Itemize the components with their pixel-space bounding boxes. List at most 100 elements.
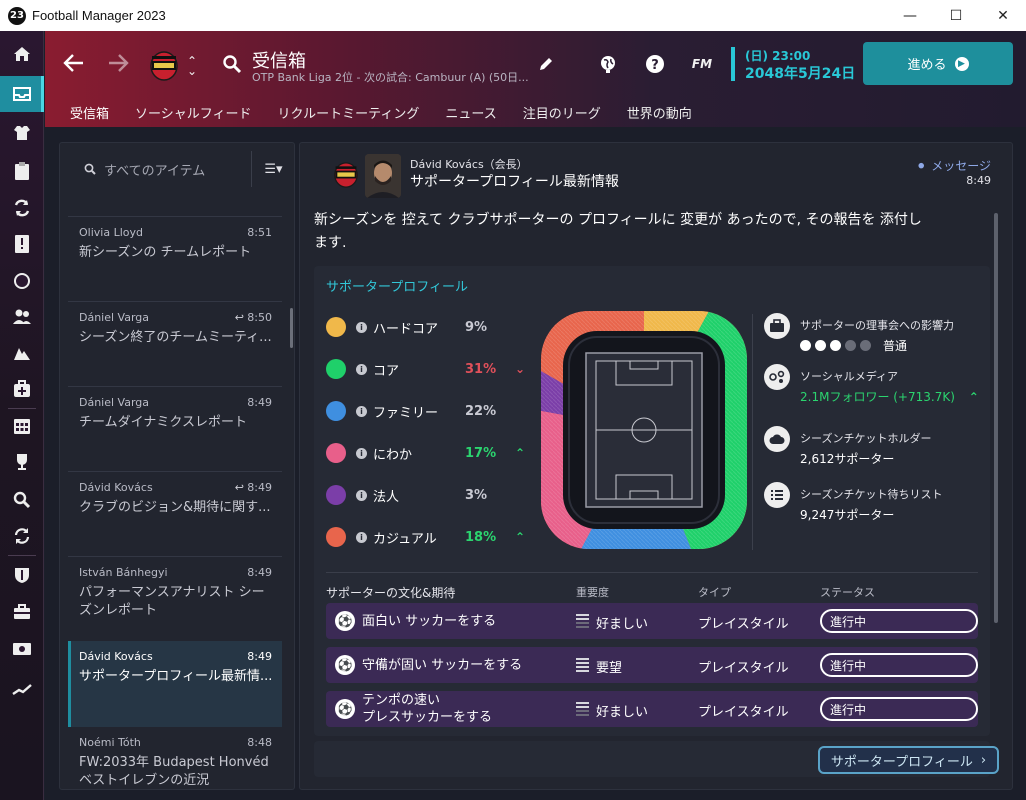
minimize-icon[interactable]: — <box>887 0 933 31</box>
social-icon <box>764 364 790 390</box>
message-scrollbar[interactable] <box>994 213 998 623</box>
inbox-message-selected[interactable]: Dávid Kovács 8:49 サポータープロフィール最新情... <box>68 641 282 727</box>
segment-color-dot <box>326 485 346 505</box>
supporter-profile-label: サポータープロフィール <box>830 754 973 770</box>
inbox-search[interactable]: すべてのアイテム <box>60 143 250 195</box>
forward-button[interactable] <box>106 51 130 75</box>
info-icon[interactable]: i <box>356 447 367 459</box>
expectation-row[interactable]: ⚽ テンポの速い プレスサッカーをする 好ましい プレイスタイル 進行中 <box>326 691 978 727</box>
page-header: ⌃ ⌄ 受信箱 OTP Bank Liga 2位 - 次の試合: Cambuur … <box>45 31 1026 130</box>
influence-dot-icon <box>815 340 826 351</box>
influence-dot-icon <box>845 340 856 351</box>
squad-icon[interactable] <box>0 115 44 151</box>
tab-world-trends[interactable]: 世界の動向 <box>617 100 702 128</box>
club-crest-icon <box>333 160 359 194</box>
influence-level: 普通 <box>800 337 907 354</box>
tab-recruit-meeting[interactable]: リクルートミーティング <box>268 100 430 128</box>
app-icon: 23 <box>8 6 26 25</box>
fm-menu-button[interactable]: FM <box>689 54 715 74</box>
staff-icon[interactable] <box>0 299 44 335</box>
column-importance: 重要度 <box>576 586 609 599</box>
back-button[interactable] <box>62 51 86 75</box>
home-icon[interactable] <box>0 36 44 72</box>
tab-featured-leagues[interactable]: 注目のリーグ <box>513 100 611 128</box>
info-icon[interactable]: i <box>356 531 367 543</box>
segment-percent: 9% <box>465 319 488 335</box>
info-icon[interactable]: i <box>356 321 367 333</box>
tab-news[interactable]: ニュース <box>435 100 506 128</box>
expectation-type: プレイスタイル <box>698 705 789 720</box>
tab-inbox[interactable]: 受信箱 <box>60 100 120 130</box>
edit-icon[interactable] <box>537 55 555 73</box>
message-link[interactable]: ⚫ メッセージ <box>916 157 991 174</box>
inbox-message[interactable]: Olivia Lloyd 8:51 新シーズンの チームレポート <box>68 216 282 302</box>
reply-icon: ↩ <box>234 481 244 494</box>
club-crest-icon[interactable] <box>149 49 178 81</box>
segment-color-dot <box>326 359 346 379</box>
section-divider <box>326 572 978 573</box>
segment-row[interactable]: i ハードコア 9% <box>326 315 536 339</box>
influence-dot-icon <box>860 340 871 351</box>
trophy-icon[interactable] <box>0 444 44 480</box>
world-icon[interactable] <box>597 53 619 75</box>
expectation-row[interactable]: ⚽ 面白い サッカーをする 好ましい プレイスタイル 進行中 <box>326 603 978 639</box>
cloud-icon <box>764 426 790 452</box>
report-icon[interactable] <box>0 226 44 262</box>
maximize-icon[interactable]: ☐ <box>933 0 979 31</box>
tab-social-feed[interactable]: ソーシャルフィード <box>125 100 261 128</box>
segment-percent: 17% <box>465 445 497 461</box>
segment-row[interactable]: i コア 31% ⌄ <box>326 357 536 381</box>
continue-button[interactable]: 進める ▶ <box>863 42 1013 85</box>
message-tag-icon: ⚫ <box>916 158 927 173</box>
segment-row[interactable]: i にわか 17% ⌃ <box>326 441 536 465</box>
expectation-importance: 要望 <box>596 661 623 676</box>
expectation-row[interactable]: ⚽ 守備が固い サッカーをする 要望 プレイスタイル 進行中 <box>326 647 978 683</box>
tactics-icon[interactable] <box>0 153 44 189</box>
inbox-list: すべてのアイテム ☰▾ Olivia Lloyd 8:51 新シーズンの チーム… <box>59 142 295 790</box>
finance-icon[interactable] <box>0 594 44 630</box>
message-subject: FW:2033年 Budapest Honvéd ベストイレブンの近況 <box>79 755 269 788</box>
info-icon[interactable]: i <box>356 405 367 417</box>
supporter-profile-button[interactable]: サポータープロフィール › <box>818 746 999 774</box>
info-icon[interactable]: i <box>356 489 367 501</box>
message-link-label: メッセージ <box>931 159 991 173</box>
club-switch-icon[interactable]: ⌃ ⌄ <box>185 53 199 79</box>
current-time: (日) 23:00 <box>745 49 811 63</box>
search-icon[interactable] <box>221 53 243 75</box>
message-from: Dávid Kovács（会長） <box>410 158 528 171</box>
inbox-scrollbar[interactable] <box>290 308 293 348</box>
stat-label: ソーシャルメディア <box>800 370 899 383</box>
inbox-message[interactable]: Dávid Kovács ↩ 8:49 クラブのビジョン&期待に関す... <box>68 471 282 557</box>
segment-row[interactable]: i 法人 3% <box>326 483 536 507</box>
segment-color-dot <box>326 401 346 421</box>
message-sender: Dániel Varga <box>79 396 150 409</box>
search-icon[interactable] <box>0 482 44 518</box>
training-icon[interactable] <box>0 190 44 226</box>
segment-row[interactable]: i ファミリー 22% <box>326 399 536 423</box>
segment-row[interactable]: i カジュアル 18% ⌃ <box>326 525 536 549</box>
medical-icon[interactable] <box>0 371 44 407</box>
stats-icon[interactable] <box>0 671 44 707</box>
match-icon[interactable] <box>0 263 44 299</box>
transfer-icon[interactable] <box>0 518 44 554</box>
expectation-importance: 好ましい <box>596 705 649 720</box>
sender-avatar[interactable] <box>365 154 401 198</box>
segment-percent: 22% <box>465 403 497 419</box>
header-tabs: 受信箱 ソーシャルフィード リクルートミーティング ニュース 注目のリーグ 世界… <box>60 100 708 130</box>
info-icon[interactable]: i <box>356 363 367 375</box>
calendar-icon[interactable] <box>0 408 44 444</box>
sidebar-separator <box>8 555 36 556</box>
inbox-message[interactable]: Dániel Varga ↩ 8:50 シーズン終了のチームミーティ... <box>68 301 282 387</box>
close-icon[interactable]: ✕ <box>980 0 1026 31</box>
money-icon[interactable] <box>0 631 44 667</box>
help-icon[interactable]: ? <box>644 53 666 75</box>
scouting-icon[interactable] <box>0 335 44 371</box>
trend-up-icon: ⌃ <box>968 390 979 404</box>
inbox-message[interactable]: Noémi Tóth 8:48 FW:2033年 Budapest Honvéd… <box>68 727 282 789</box>
inbox-icon[interactable] <box>0 76 44 112</box>
inbox-message[interactable]: István Bánhegyi 8:49 パフォーマンスアナリスト シーズンレポ… <box>68 556 282 642</box>
club-icon[interactable] <box>0 557 44 593</box>
filter-button[interactable]: ☰▾ <box>251 151 294 187</box>
inbox-message[interactable]: Dániel Varga 8:49 チームダイナミクスレポート <box>68 386 282 472</box>
current-date: 2048年5月24日 <box>745 66 856 82</box>
